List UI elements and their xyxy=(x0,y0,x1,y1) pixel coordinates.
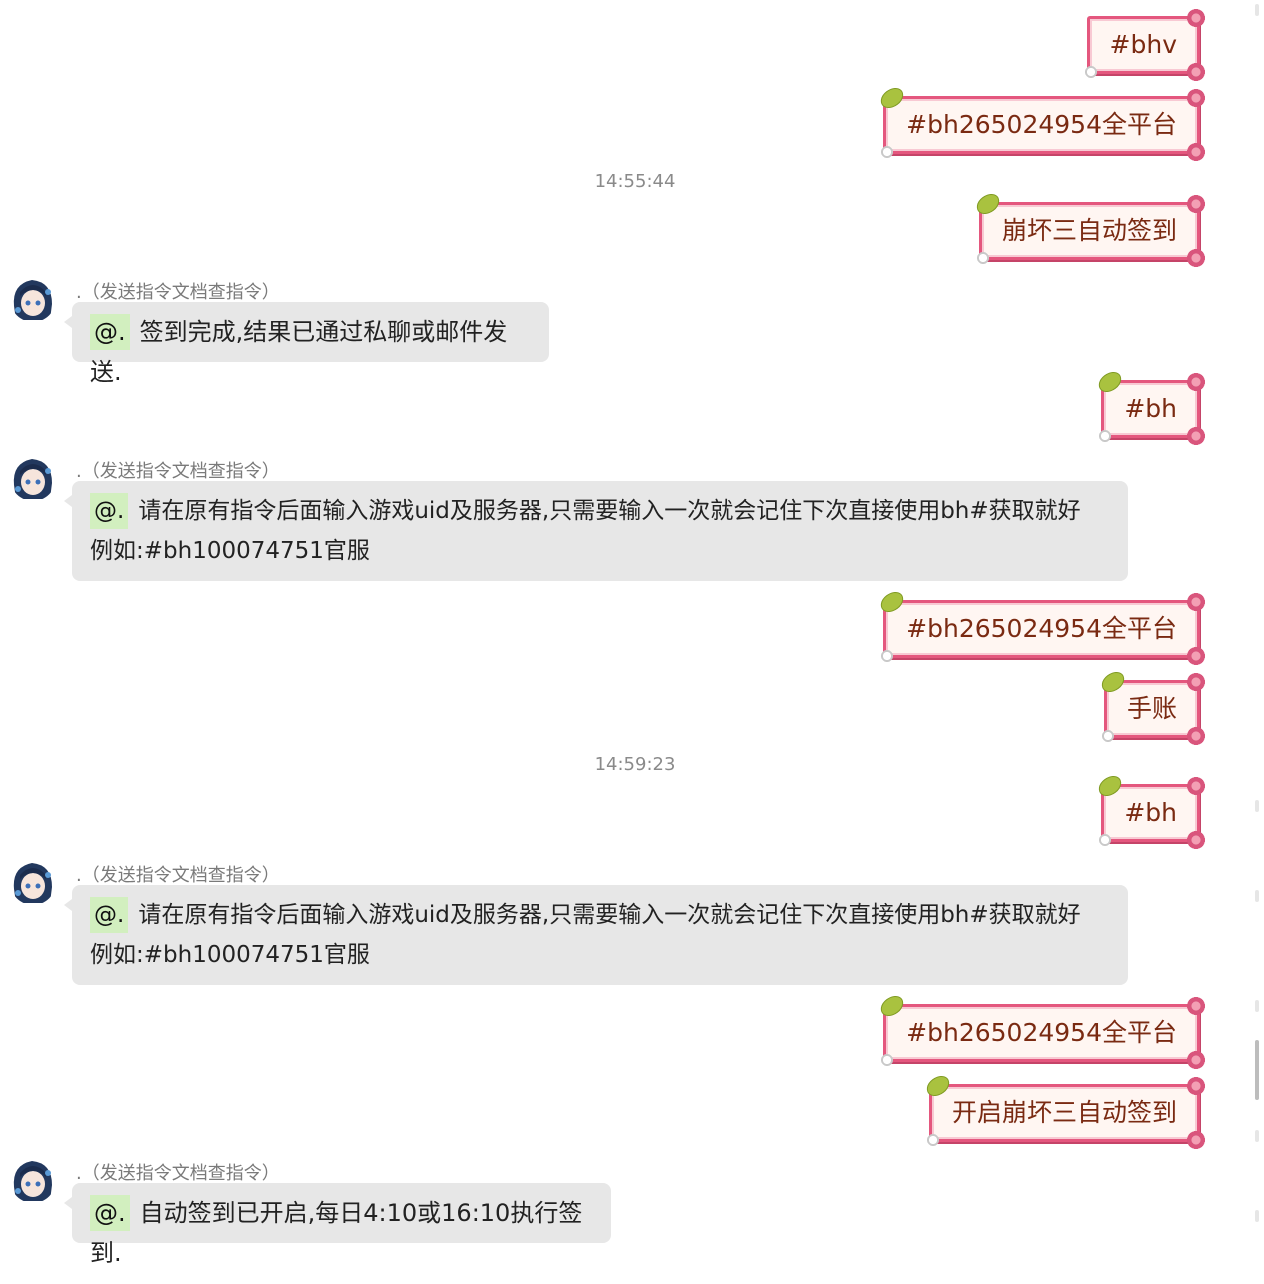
outgoing-message[interactable]: 崩坏三自动签到 xyxy=(973,191,1205,267)
leaf-decoration-icon xyxy=(973,191,1003,217)
rose-decoration-icon xyxy=(1187,63,1205,81)
message-text: #bh xyxy=(1124,394,1177,423)
anime-avatar-icon xyxy=(10,455,56,501)
message-text: #bh265024954全平台 xyxy=(906,110,1177,139)
scroll-track-mark xyxy=(1255,890,1259,902)
outgoing-message[interactable]: #bh xyxy=(1095,369,1205,445)
flower-decoration-icon xyxy=(880,1053,895,1067)
anime-avatar-icon xyxy=(10,859,56,905)
rose-decoration-icon xyxy=(1187,673,1205,691)
rose-decoration-icon xyxy=(1187,373,1205,391)
message-text: #bh xyxy=(1124,798,1177,827)
flower-decoration-icon xyxy=(1098,429,1113,443)
scroll-track-mark xyxy=(1255,4,1259,16)
rose-decoration-icon xyxy=(1187,9,1205,27)
leaf-decoration-icon xyxy=(923,1073,953,1099)
flower-decoration-icon xyxy=(925,1133,940,1147)
sender-name: .（发送指令文档查指令） xyxy=(76,865,280,886)
rose-decoration-icon xyxy=(1187,593,1205,611)
avatar[interactable] xyxy=(10,276,56,322)
outgoing-message[interactable]: #bh xyxy=(1095,773,1205,849)
timestamp: 14:59:23 xyxy=(594,754,676,775)
outgoing-message[interactable]: 手账 xyxy=(1098,669,1205,745)
mention-chip[interactable]: @. xyxy=(90,493,129,529)
rose-decoration-icon xyxy=(1187,727,1205,745)
scroll-track-mark xyxy=(1255,800,1259,812)
mention-chip[interactable]: @. xyxy=(90,1195,130,1231)
flower-decoration-icon xyxy=(1098,833,1113,847)
scroll-track-mark xyxy=(1255,1130,1259,1142)
leaf-decoration-icon xyxy=(1095,773,1125,799)
sender-name: .（发送指令文档查指令） xyxy=(76,282,280,303)
sender-name: .（发送指令文档查指令） xyxy=(76,461,280,482)
rose-decoration-icon xyxy=(1187,997,1205,1015)
message-text: 手账 xyxy=(1126,694,1177,723)
message-text: 自动签到已开启,每日4:10或16:10执行签到. xyxy=(90,1199,583,1267)
rose-decoration-icon xyxy=(1187,1077,1205,1095)
anime-avatar-icon xyxy=(10,276,56,322)
leaf-decoration-icon xyxy=(877,993,907,1019)
message-line: @. 请在原有指令后面输入游戏uid及服务器,只需要输入一次就会记住下次直接使用b… xyxy=(90,895,1110,935)
flower-decoration-icon xyxy=(975,251,990,265)
mention-chip[interactable]: @. xyxy=(90,314,130,350)
message-text: 签到完成,结果已通过私聊或邮件发送. xyxy=(90,318,508,386)
rose-decoration-icon xyxy=(1187,831,1205,849)
leaf-decoration-icon xyxy=(1098,669,1128,695)
avatar[interactable] xyxy=(10,859,56,905)
leaf-decoration-icon xyxy=(877,85,907,111)
incoming-message[interactable]: @. 签到完成,结果已通过私聊或邮件发送. xyxy=(64,302,549,386)
scroll-track-mark xyxy=(1255,1000,1259,1012)
rose-decoration-icon xyxy=(1187,249,1205,267)
flower-decoration-icon xyxy=(1083,65,1098,79)
rose-decoration-icon xyxy=(1187,1051,1205,1069)
message-line: 例如:#bh100074751官服 xyxy=(90,942,370,968)
leaf-decoration-icon xyxy=(1095,369,1125,395)
outgoing-message[interactable]: #bh265024954全平台 xyxy=(877,993,1205,1069)
outgoing-message[interactable]: #bh265024954全平台 xyxy=(877,85,1205,161)
message-text: 崩坏三自动签到 xyxy=(1001,216,1177,245)
leaf-decoration-icon xyxy=(877,589,907,615)
message-text: #bhv xyxy=(1109,30,1177,59)
rose-decoration-icon xyxy=(1187,647,1205,665)
message-text: #bh265024954全平台 xyxy=(906,614,1177,643)
outgoing-message[interactable]: #bh265024954全平台 xyxy=(877,589,1205,665)
flower-decoration-icon xyxy=(880,649,895,663)
flower-decoration-icon xyxy=(880,145,895,159)
message-text: 开启崩坏三自动签到 xyxy=(951,1098,1177,1127)
rose-decoration-icon xyxy=(1187,777,1205,795)
message-text: 请在原有指令后面输入游戏uid及服务器,只需要输入一次就会记住下次直接使用bh#… xyxy=(138,498,1081,524)
scroll-thumb[interactable] xyxy=(1255,1040,1259,1100)
message-text: #bh265024954全平台 xyxy=(906,1018,1177,1047)
avatar[interactable] xyxy=(10,455,56,501)
rose-decoration-icon xyxy=(1187,143,1205,161)
scroll-track-mark xyxy=(1255,1210,1259,1222)
mention-chip[interactable]: @. xyxy=(90,897,129,933)
rose-decoration-icon xyxy=(1187,195,1205,213)
timestamp: 14:55:44 xyxy=(594,171,676,192)
rose-decoration-icon xyxy=(1187,89,1205,107)
chat-window: #bhv #bh265024954全平台 14:55:44 崩坏三自动签到 .（… xyxy=(0,0,1264,1284)
outgoing-message[interactable]: 开启崩坏三自动签到 xyxy=(923,1073,1205,1149)
message-line: @. 请在原有指令后面输入游戏uid及服务器,只需要输入一次就会记住下次直接使用b… xyxy=(90,491,1110,531)
outgoing-message[interactable]: #bhv xyxy=(1083,9,1205,81)
sender-name: .（发送指令文档查指令） xyxy=(76,1163,280,1184)
scrollbar[interactable] xyxy=(1250,0,1264,1284)
anime-avatar-icon xyxy=(10,1157,56,1203)
rose-decoration-icon xyxy=(1187,427,1205,445)
message-text: 请在原有指令后面输入游戏uid及服务器,只需要输入一次就会记住下次直接使用bh#… xyxy=(138,902,1081,928)
message-line: 例如:#bh100074751官服 xyxy=(90,538,370,564)
avatar[interactable] xyxy=(10,1157,56,1203)
incoming-message[interactable]: @. 自动签到已开启,每日4:10或16:10执行签到. xyxy=(64,1183,611,1267)
flower-decoration-icon xyxy=(1100,729,1115,743)
incoming-message[interactable]: @. 请在原有指令后面输入游戏uid及服务器,只需要输入一次就会记住下次直接使用b… xyxy=(64,885,1128,985)
incoming-message[interactable]: @. 请在原有指令后面输入游戏uid及服务器,只需要输入一次就会记住下次直接使用b… xyxy=(64,481,1128,581)
rose-decoration-icon xyxy=(1187,1131,1205,1149)
